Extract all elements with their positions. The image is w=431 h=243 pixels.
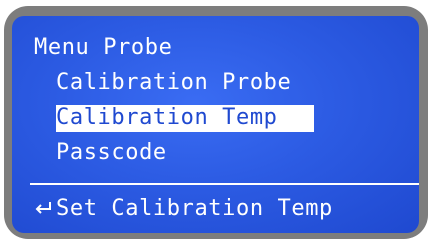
footer-hint-text: Set Calibration Temp xyxy=(56,196,333,221)
footer-hint: Set Calibration Temp xyxy=(34,196,333,222)
lcd-screen: Menu Probe Calibration Probe Calibration… xyxy=(12,16,419,233)
menu-item-calibration-temp[interactable]: Calibration Temp xyxy=(56,105,278,131)
enter-arrow-icon xyxy=(34,200,52,218)
menu-title: Menu Probe xyxy=(34,35,173,60)
menu-item-calibration-probe[interactable]: Calibration Probe xyxy=(56,70,291,96)
menu-item-passcode[interactable]: Passcode xyxy=(56,140,167,166)
footer-divider xyxy=(30,183,419,185)
